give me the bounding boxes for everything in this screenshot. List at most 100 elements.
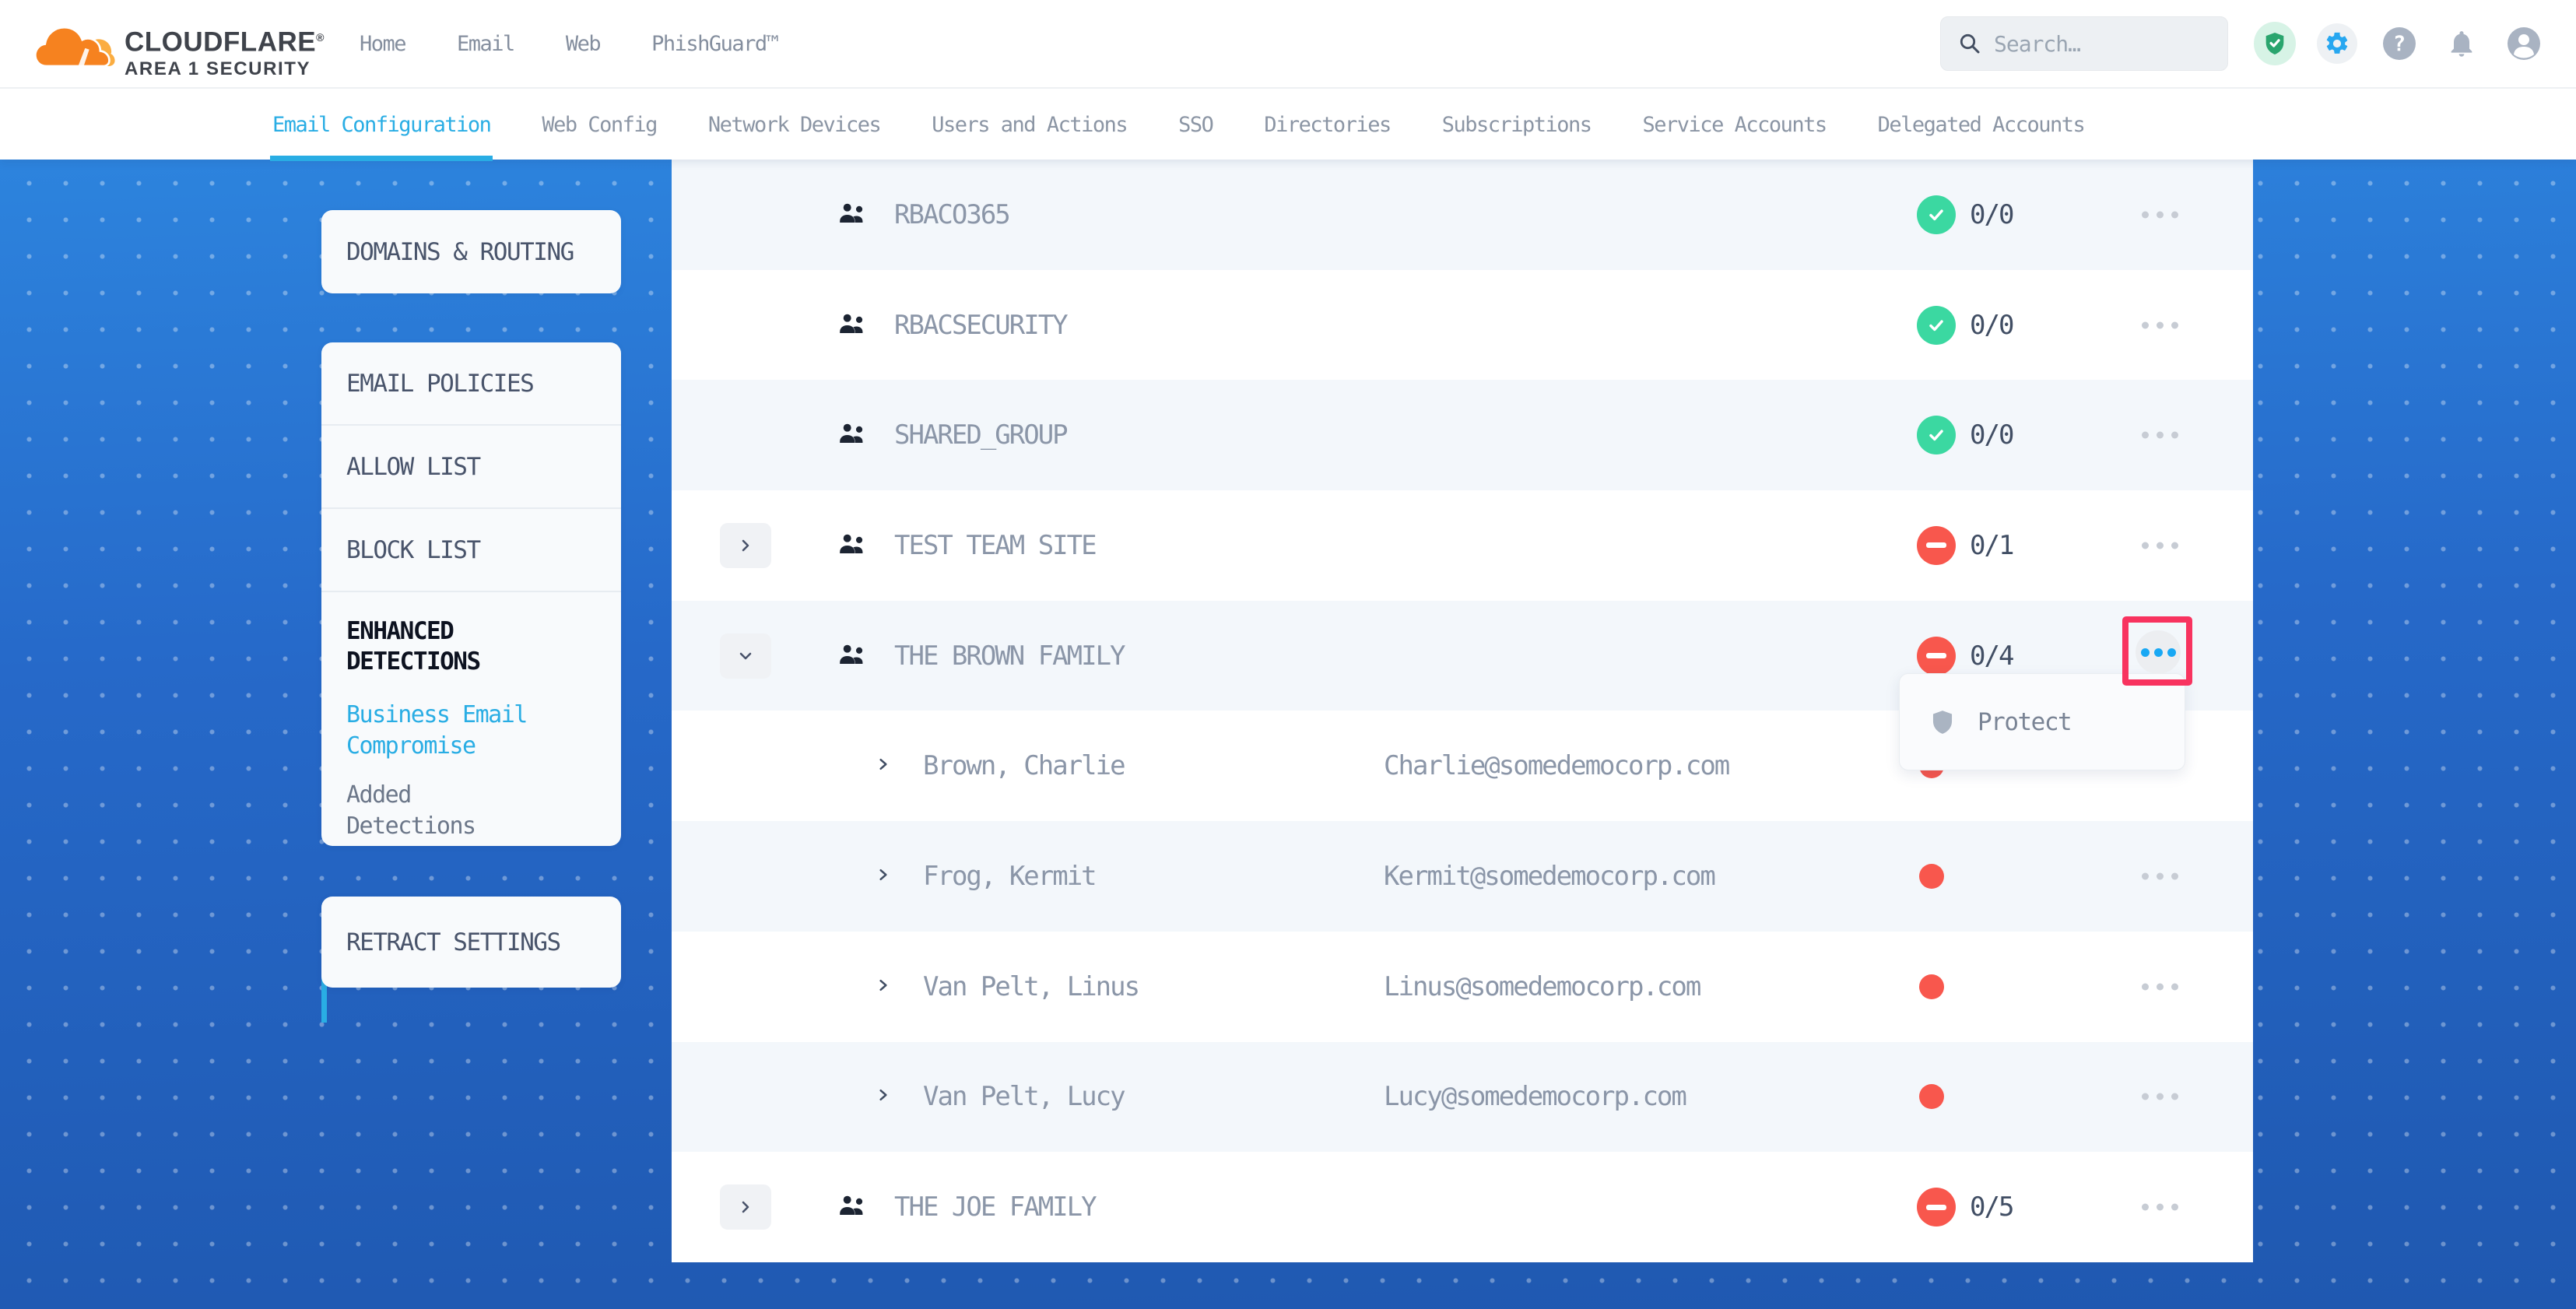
topnav-email[interactable]: Email [457, 32, 514, 56]
table-row-group: TEST TEAM SITE 0/1 [672, 490, 2253, 601]
group-icon [838, 1194, 868, 1220]
status-ok-icon [1917, 195, 1956, 234]
status-blocked-icon [1917, 1188, 1956, 1227]
row-menu-button[interactable] [2138, 1204, 2181, 1211]
sidebar-item-retract-settings[interactable]: RETRACT SETTINGS [321, 897, 621, 988]
sidebar-item-block-list[interactable]: BLOCK LIST [321, 509, 621, 592]
status-ok-icon [1917, 306, 1956, 345]
sidebar-label: RETRACT SETTINGS [346, 928, 560, 956]
table-row-group: THE JOE FAMILY 0/5 [672, 1152, 2253, 1262]
member-name: Frog, Kermit [923, 861, 1096, 892]
sidebar-label: DOMAINS & ROUTING [346, 238, 574, 266]
table-row-group: RBACO365 0/0 [672, 160, 2253, 270]
row-menu-button[interactable] [2138, 321, 2181, 328]
tab-network-devices[interactable]: Network Devices [708, 89, 880, 161]
group-icon [838, 532, 868, 559]
tab-subscriptions[interactable]: Subscriptions [1442, 89, 1592, 161]
tab-service-accounts[interactable]: Service Accounts [1643, 89, 1827, 161]
sidebar-item-added-detections[interactable]: Added Detections [346, 780, 541, 842]
group-name: THE BROWN FAMILY [894, 640, 1125, 672]
table-row-member: Van Pelt, Linus Linus@somedemocorp.com [672, 932, 2253, 1042]
account-avatar-icon [2507, 26, 2541, 61]
cloudflare-logo[interactable]: CLOUDFLARE® AREA 1 SECURITY [31, 10, 325, 81]
group-name: TEST TEAM SITE [894, 530, 1096, 561]
search-icon [1958, 32, 1981, 55]
tab-directories[interactable]: Directories [1264, 89, 1390, 161]
highlight-annotation [2122, 616, 2192, 686]
chevron-right-icon[interactable] [876, 977, 891, 997]
table-row-group: RBACSECURITY 0/0 [672, 270, 2253, 381]
search-input[interactable] [1994, 31, 2212, 57]
topnav-web[interactable]: Web [566, 32, 600, 56]
group-icon [838, 422, 868, 448]
chevron-right-icon[interactable] [876, 1086, 891, 1107]
notifications-button[interactable] [2441, 23, 2483, 65]
group-name: SHARED_GROUP [894, 419, 1067, 451]
settings-button[interactable] [2316, 23, 2358, 65]
table-row-member: Frog, Kermit Kermit@somedemocorp.com [672, 821, 2253, 932]
row-menu-button[interactable] [2138, 542, 2181, 549]
sidebar-policies-card: EMAIL POLICIES ALLOW LIST BLOCK LIST ENH… [321, 342, 621, 846]
header-icon-group: ? [2254, 23, 2545, 65]
status-blocked-icon [1917, 526, 1956, 565]
chevron-down-icon [736, 647, 755, 665]
row-menu-button[interactable] [2138, 872, 2181, 879]
row-context-menu: Protect [1899, 673, 2185, 770]
help-button[interactable]: ? [2378, 23, 2420, 65]
tab-delegated-accounts[interactable]: Delegated Accounts [1878, 89, 2085, 161]
status-blocked-icon [1917, 637, 1956, 676]
chevron-right-icon[interactable] [876, 756, 891, 776]
shield-icon [1929, 707, 1956, 738]
member-count: 0/0 [1970, 310, 2013, 341]
tab-users-and-actions[interactable]: Users and Actions [932, 89, 1127, 161]
group-icon [838, 643, 868, 669]
collapse-button[interactable] [720, 633, 771, 679]
member-email: Charlie@somedemocorp.com [1384, 750, 1728, 781]
member-count: 0/0 [1970, 419, 2013, 451]
row-menu-button[interactable] [2138, 983, 2181, 990]
help-icon: ? [2382, 26, 2416, 61]
brand-subtitle: AREA 1 SECURITY [125, 58, 325, 81]
expand-button[interactable] [720, 523, 771, 568]
secondary-nav-bar: Email Configuration Web Config Network D… [0, 87, 2576, 160]
tab-web-config[interactable]: Web Config [542, 89, 657, 161]
group-name: THE JOE FAMILY [894, 1191, 1096, 1223]
expand-button[interactable] [720, 1184, 771, 1230]
status-blocked-dot [1919, 864, 1944, 889]
sidebar-item-enhanced-detections[interactable]: ENHANCED DETECTIONS [346, 616, 533, 677]
group-name: RBACO365 [894, 199, 1009, 230]
status-blocked-dot [1919, 1084, 1944, 1109]
status-ok-icon [1917, 416, 1956, 454]
svg-text:?: ? [2393, 32, 2406, 56]
member-count: 0/1 [1970, 530, 2013, 561]
sidebar-item-email-policies[interactable]: EMAIL POLICIES [321, 342, 621, 426]
chevron-right-icon[interactable] [876, 866, 891, 886]
row-menu-button[interactable] [2138, 211, 2181, 218]
sidebar-item-domains-routing[interactable]: DOMAINS & ROUTING [321, 210, 621, 293]
tab-email-configuration[interactable]: Email Configuration [272, 89, 490, 161]
sidebar-label: ALLOW LIST [346, 453, 480, 481]
sidebar-item-allow-list[interactable]: ALLOW LIST [321, 426, 621, 509]
security-status-button[interactable] [2254, 23, 2296, 65]
tab-sso[interactable]: SSO [1178, 89, 1213, 161]
row-menu-button[interactable] [2138, 432, 2181, 439]
member-count: 0/0 [1970, 199, 2013, 230]
member-email: Linus@somedemocorp.com [1384, 971, 1700, 1002]
search-bar[interactable] [1940, 16, 2228, 71]
sidebar-item-business-email-compromise[interactable]: Business Email Compromise [346, 700, 541, 762]
member-email: Lucy@somedemocorp.com [1384, 1081, 1686, 1112]
menu-item-protect[interactable]: Protect [1978, 708, 2071, 736]
group-icon [838, 312, 868, 339]
topnav-home[interactable]: Home [360, 32, 405, 56]
topnav-phishguard[interactable]: PhishGuard™ [651, 32, 777, 56]
sidebar-enhanced-detections-section: ENHANCED DETECTIONS Business Email Compr… [321, 592, 621, 842]
account-button[interactable] [2503, 23, 2545, 65]
config-tabs: Email Configuration Web Config Network D… [272, 89, 2084, 161]
row-menu-button[interactable] [2138, 1093, 2181, 1100]
group-icon [838, 202, 868, 228]
group-name: RBACSECURITY [894, 310, 1067, 341]
table-row-member: Van Pelt, Lucy Lucy@somedemocorp.com [672, 1042, 2253, 1153]
chevron-right-icon [736, 536, 755, 555]
member-email: Kermit@somedemocorp.com [1384, 861, 1714, 892]
member-name: Van Pelt, Lucy [923, 1081, 1125, 1112]
